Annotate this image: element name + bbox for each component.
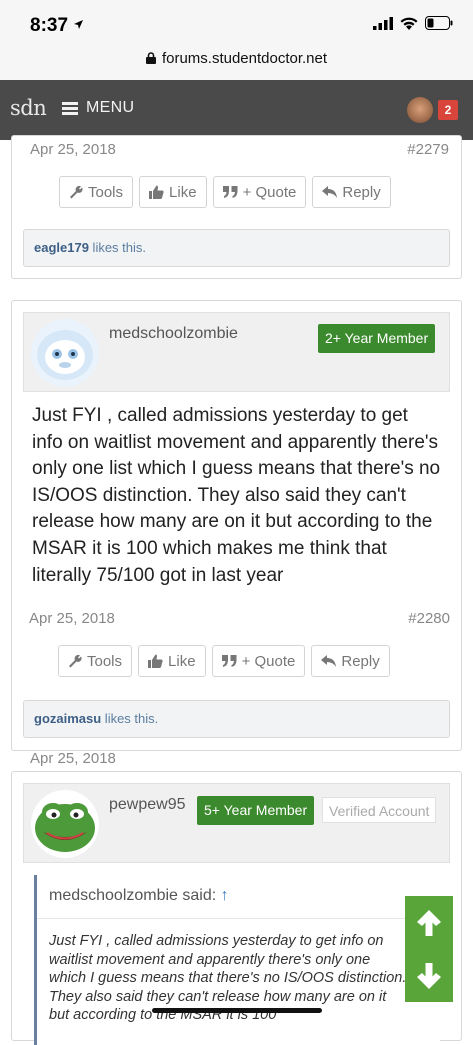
- verified-badge: Verified Account: [322, 797, 437, 823]
- hamburger-icon: [62, 101, 78, 115]
- likes-text: likes this.: [88, 240, 147, 255]
- clock: 8:37: [30, 15, 69, 36]
- url-text: forums.studentdoctor.net: [161, 50, 328, 67]
- author-avatar[interactable]: [31, 319, 99, 387]
- status-bar: 8:37: [0, 0, 473, 50]
- site-header: sdn MENU: [0, 80, 473, 140]
- author-avatar[interactable]: [31, 790, 99, 858]
- liker-link[interactable]: gozaimasu: [34, 711, 101, 726]
- post-body: Just FYI , called admissions yesterday t…: [32, 405, 441, 586]
- scroll-control: [405, 896, 453, 1002]
- member-badge: 2+ Year Member: [318, 324, 436, 353]
- thumbs-up-icon: [149, 185, 164, 199]
- wifi-icon: [400, 17, 418, 30]
- quote-attribution: medschoolzombie said: ↑: [37, 875, 440, 919]
- post-number[interactable]: #2279: [407, 141, 449, 158]
- author-name[interactable]: medschoolzombie: [109, 325, 238, 343]
- quote-icon: [221, 655, 237, 667]
- quote-label: + Quote: [241, 652, 296, 670]
- sdn-logo[interactable]: sdn: [10, 96, 47, 120]
- member-badge: 5+ Year Member: [197, 796, 315, 825]
- post-date: Apr 25, 2018: [30, 750, 116, 767]
- post-number[interactable]: #2280: [408, 610, 450, 627]
- quote-icon: [222, 186, 238, 198]
- likes-text: likes this.: [101, 711, 159, 726]
- wrench-icon: [69, 654, 82, 668]
- home-indicator[interactable]: [152, 1008, 322, 1013]
- quote-author: medschoolzombie said:: [49, 887, 217, 904]
- likes-summary: eagle179 likes this.: [23, 229, 450, 267]
- location-icon: [74, 20, 84, 29]
- reply-button[interactable]: Reply: [312, 176, 391, 208]
- menu-button[interactable]: MENU: [62, 99, 134, 117]
- status-time: 8:37: [30, 15, 84, 37]
- tools-label: Tools: [87, 652, 123, 670]
- author-name[interactable]: pewpew95: [109, 796, 186, 814]
- post-author-header: medschoolzombie 2+ Year Member: [23, 312, 450, 392]
- arrow-up-icon: [417, 909, 441, 936]
- signal-icon: [373, 16, 393, 30]
- quote-button[interactable]: + Quote: [211, 645, 306, 677]
- reply-label: Reply: [341, 652, 380, 670]
- post-actions: Tools Like + Quote Reply: [58, 645, 390, 677]
- like-label: Like: [168, 652, 196, 670]
- like-label: Like: [169, 183, 197, 201]
- thread-page: Apr 25, 2018 #2279 Tools Like + Quote Re…: [0, 135, 473, 1045]
- tools-label: Tools: [88, 183, 124, 201]
- likes-summary: gozaimasu likes this.: [23, 700, 450, 738]
- jump-to-quote-link[interactable]: ↑: [221, 887, 229, 904]
- post-2279: Apr 25, 2018 #2279 Tools Like + Quote Re…: [11, 135, 462, 279]
- tools-button[interactable]: Tools: [58, 645, 133, 677]
- arrow-down-icon: [417, 962, 441, 989]
- reply-icon: [322, 186, 338, 198]
- post-author-header: pewpew95 5+ Year Member Verified Account: [23, 783, 450, 863]
- reply-icon: [321, 655, 337, 667]
- quote-button[interactable]: + Quote: [212, 176, 307, 208]
- reply-button[interactable]: Reply: [311, 645, 390, 677]
- liker-link[interactable]: eagle179: [34, 240, 89, 255]
- scroll-down-button[interactable]: [405, 949, 453, 1002]
- frog-avatar-icon: [31, 790, 99, 858]
- lock-icon: [145, 52, 156, 64]
- menu-label: MENU: [86, 99, 135, 116]
- quote-label: + Quote: [242, 183, 297, 201]
- like-button[interactable]: Like: [139, 176, 207, 208]
- scroll-up-button[interactable]: [405, 896, 453, 949]
- post-date: Apr 25, 2018: [30, 141, 116, 158]
- notification-badge[interactable]: 2: [438, 100, 458, 120]
- post-date: Apr 25, 2018: [29, 610, 115, 627]
- wrench-icon: [70, 185, 83, 199]
- user-avatar[interactable]: [407, 97, 433, 123]
- quote-block: medschoolzombie said: ↑ Just FYI , calle…: [34, 875, 440, 1045]
- battery-icon: [425, 16, 453, 30]
- address-bar[interactable]: forums.studentdoctor.net: [0, 44, 473, 80]
- reply-label: Reply: [342, 183, 381, 201]
- yeti-avatar-icon: [31, 319, 99, 387]
- post-actions: Tools Like + Quote Reply: [59, 176, 391, 208]
- thumbs-up-icon: [148, 654, 163, 668]
- like-button[interactable]: Like: [138, 645, 206, 677]
- tools-button[interactable]: Tools: [59, 176, 134, 208]
